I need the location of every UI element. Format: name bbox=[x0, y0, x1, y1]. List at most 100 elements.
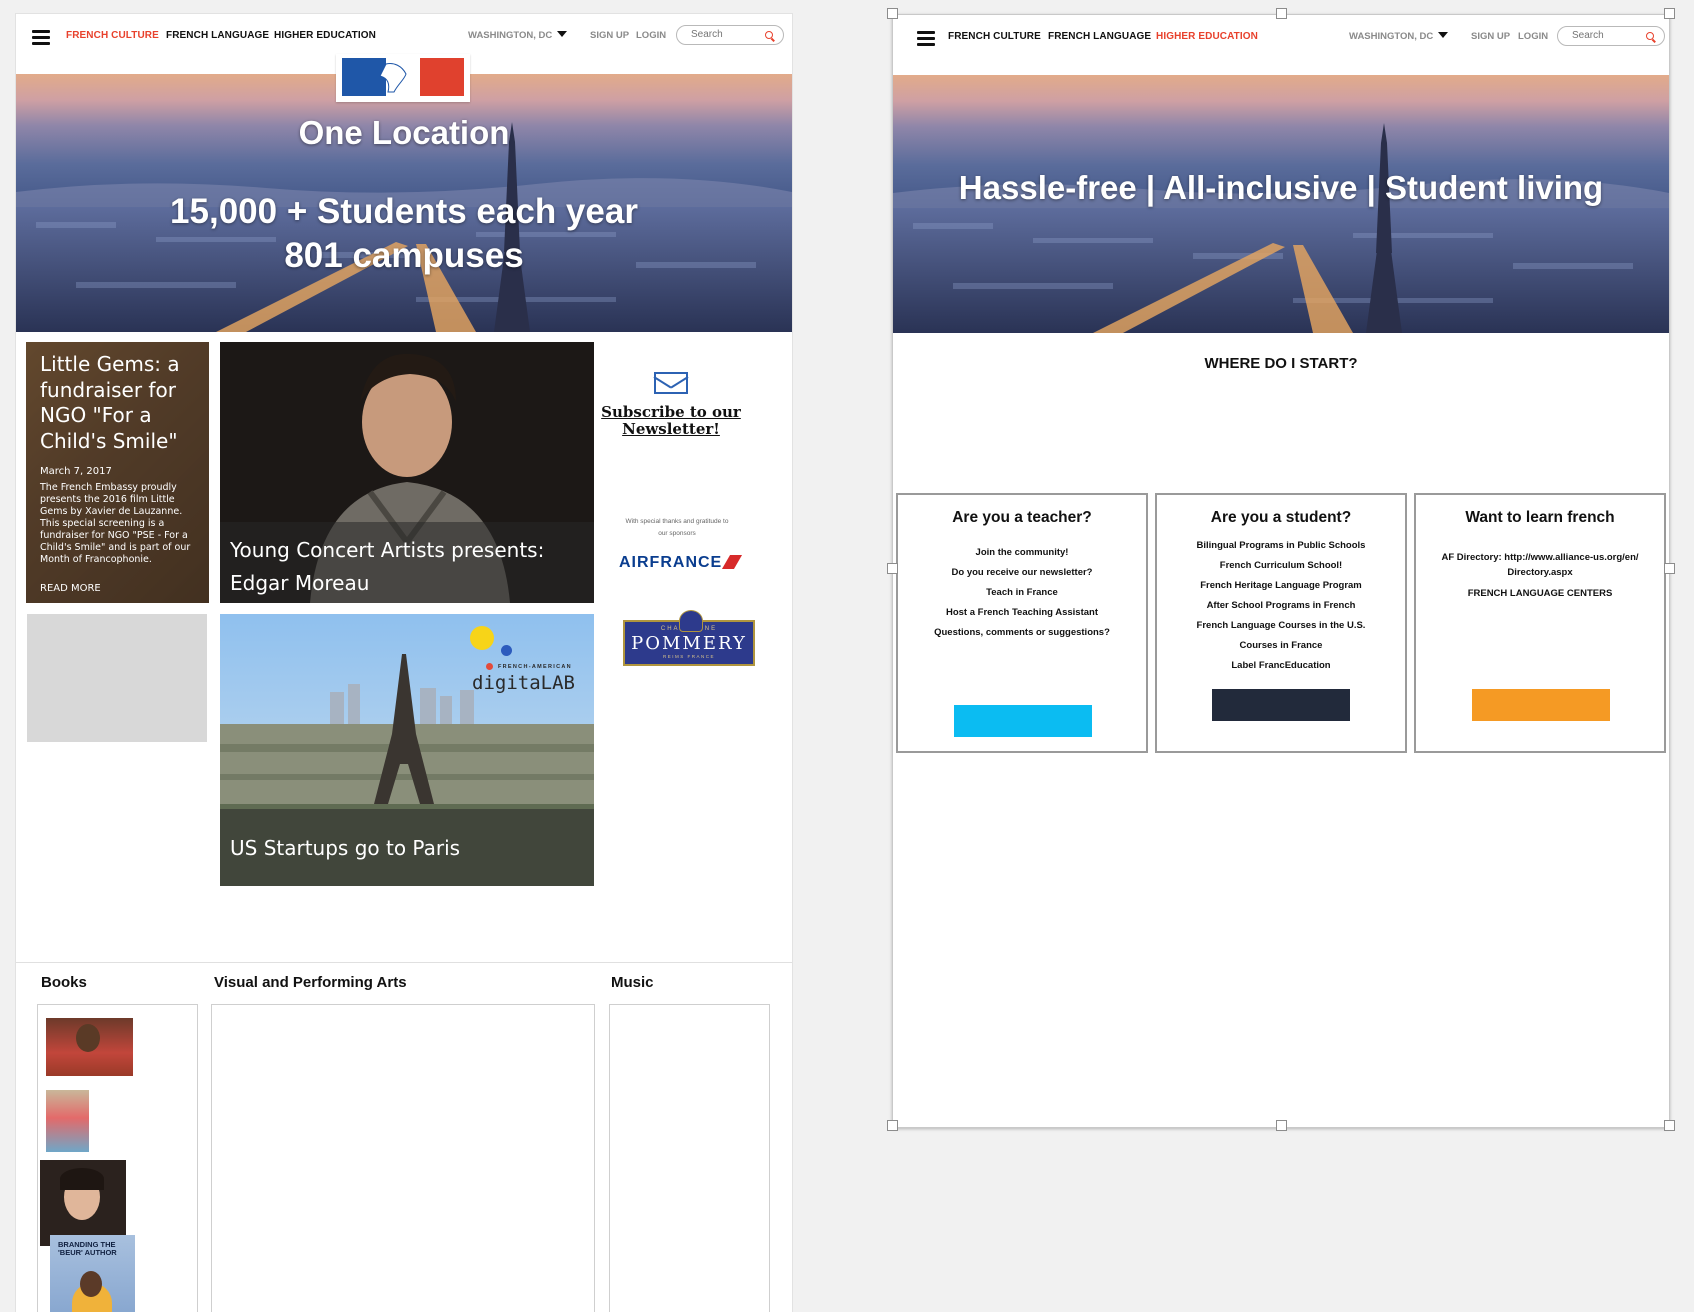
feature-body: The French Embassy proudly presents the … bbox=[40, 482, 191, 565]
newsletter-signup[interactable]: Subscribe to our Newsletter! bbox=[596, 372, 746, 438]
book-cover-title: BRANDING THE 'BEUR' AUTHOR bbox=[58, 1240, 117, 1257]
feature-title[interactable]: Little Gems: a fundraiser for NGO "For a… bbox=[40, 352, 200, 454]
student-link[interactable]: French Language Courses in the U.S. bbox=[1157, 620, 1405, 631]
nav-link-higher-education[interactable]: HIGHER EDUCATION bbox=[1156, 31, 1258, 42]
student-links: Bilingual Programs in Public Schools Fre… bbox=[1157, 540, 1405, 680]
student-link[interactable]: Label FrancEducation bbox=[1157, 660, 1405, 671]
teacher-link[interactable]: Do you receive our newsletter? bbox=[898, 567, 1146, 578]
yellow-dot-icon bbox=[470, 626, 494, 650]
resize-handle-bottom-right[interactable] bbox=[1664, 1120, 1675, 1131]
resize-handle-left[interactable] bbox=[887, 563, 898, 574]
location-selector[interactable]: WASHINGTON, DC bbox=[1349, 31, 1449, 42]
pommery-logo[interactable]: CHAMPAGNE POMMERY REIMS FRANCE bbox=[623, 610, 755, 666]
student-link[interactable]: Bilingual Programs in Public Schools bbox=[1157, 540, 1405, 551]
feature-tile-little-gems[interactable]: Little Gems: a fundraiser for NGO "For a… bbox=[26, 342, 209, 603]
nav-link-higher-education[interactable]: HIGHER EDUCATION bbox=[274, 30, 376, 41]
startups-title[interactable]: US Startups go to Paris bbox=[230, 836, 460, 860]
where-do-i-start-heading: WHERE DO I START? bbox=[1204, 355, 1358, 372]
nav-link-french-culture[interactable]: FRENCH CULTURE bbox=[66, 30, 159, 41]
student-link[interactable]: Courses in France bbox=[1157, 640, 1405, 651]
learn-french-card: Want to learn french AF Directory: http:… bbox=[1414, 493, 1666, 753]
hero-line-3: 801 campuses bbox=[284, 236, 524, 275]
student-card: Are you a student? Bilingual Programs in… bbox=[1155, 493, 1407, 753]
nav-link-french-culture[interactable]: FRENCH CULTURE bbox=[948, 31, 1041, 42]
hero-line-1: One Location bbox=[298, 114, 510, 151]
resize-handle-top[interactable] bbox=[1276, 8, 1287, 19]
airfrance-wordmark: AIRFRANCE bbox=[619, 554, 723, 571]
location-selector[interactable]: WASHINGTON, DC bbox=[468, 30, 568, 41]
newsletter-link[interactable]: Subscribe to our Newsletter! bbox=[596, 404, 746, 438]
concert-tile[interactable]: Young Concert Artists presents: Edgar Mo… bbox=[220, 342, 594, 603]
teacher-links: Join the community! Do you receive our n… bbox=[898, 547, 1146, 647]
learn-french-cta-button[interactable] bbox=[1472, 689, 1610, 721]
section-divider bbox=[16, 962, 792, 963]
books-heading: Books bbox=[41, 974, 87, 991]
teacher-link[interactable]: Host a French Teaching Assistant bbox=[898, 607, 1146, 618]
teacher-cta-button[interactable] bbox=[954, 705, 1092, 737]
digitalab-logo: digitaLAB bbox=[472, 672, 575, 694]
digitalab-small-label: FRENCH-AMERICAN bbox=[498, 664, 572, 670]
music-heading: Music bbox=[611, 974, 654, 991]
airfrance-logo[interactable]: AIRFRANCE bbox=[619, 554, 743, 572]
resize-handle-right[interactable] bbox=[1664, 563, 1675, 574]
book-author-portrait[interactable] bbox=[40, 1160, 126, 1246]
learn-french-links: AF Directory: http://www.alliance-us.org… bbox=[1416, 550, 1664, 599]
image-placeholder bbox=[27, 614, 207, 742]
blue-dot-icon bbox=[501, 645, 512, 656]
caret-down-icon bbox=[557, 31, 568, 37]
startups-tile[interactable]: FRENCH-AMERICAN digitaLAB US Startups go… bbox=[220, 614, 594, 886]
login-link[interactable]: LOGIN bbox=[1518, 31, 1548, 42]
hero-banner: One Location 15,000 + Students each year… bbox=[16, 74, 792, 332]
concert-title[interactable]: Young Concert Artists presents: Edgar Mo… bbox=[230, 534, 580, 600]
search-box[interactable] bbox=[676, 25, 784, 45]
search-box[interactable] bbox=[1557, 26, 1665, 46]
teacher-link[interactable]: Questions, comments or suggestions? bbox=[898, 627, 1146, 638]
hero-banner: Hassle-free | All-inclusive | Student li… bbox=[893, 75, 1669, 333]
resize-handle-top-right[interactable] bbox=[1664, 8, 1675, 19]
resize-handle-top-left[interactable] bbox=[887, 8, 898, 19]
top-nav: FRENCH CULTURE FRENCH LANGUAGE HIGHER ED… bbox=[893, 15, 1669, 75]
music-panel bbox=[609, 1004, 770, 1312]
resize-handle-bottom[interactable] bbox=[1276, 1120, 1287, 1131]
book-cover-thumbnail[interactable] bbox=[46, 1090, 89, 1152]
student-link[interactable]: After School Programs in French bbox=[1157, 600, 1405, 611]
book-cover-beur-author[interactable]: BRANDING THE 'BEUR' AUTHOR bbox=[50, 1235, 135, 1312]
student-link[interactable]: French Heritage Language Program bbox=[1157, 580, 1405, 591]
search-input[interactable] bbox=[691, 29, 761, 40]
read-more-link[interactable]: READ MORE bbox=[40, 583, 101, 594]
hero-tagline: Hassle-free | All-inclusive | Student li… bbox=[958, 169, 1604, 206]
french-embassy-logo[interactable] bbox=[336, 54, 470, 102]
student-card-title: Are you a student? bbox=[1210, 509, 1352, 526]
arts-heading: Visual and Performing Arts bbox=[214, 974, 407, 991]
higher-education-artboard: FRENCH CULTURE FRENCH LANGUAGE HIGHER ED… bbox=[892, 14, 1670, 1128]
teacher-card: Are you a teacher? Join the community! D… bbox=[896, 493, 1148, 753]
hero-line-2: 15,000 + Students each year bbox=[170, 192, 638, 231]
book-author-photo[interactable] bbox=[46, 1018, 133, 1076]
nav-link-french-language[interactable]: FRENCH LANGUAGE bbox=[1048, 31, 1151, 42]
feature-date: March 7, 2017 bbox=[40, 466, 112, 477]
search-icon[interactable] bbox=[1646, 32, 1654, 40]
af-directory-link[interactable]: AF Directory: http://www.alliance-us.org… bbox=[1438, 550, 1642, 580]
teacher-link[interactable]: Join the community! bbox=[898, 547, 1146, 558]
homepage-artboard: FRENCH CULTURE FRENCH LANGUAGE HIGHER ED… bbox=[16, 14, 792, 1312]
resize-handle-bottom-left[interactable] bbox=[887, 1120, 898, 1131]
hamburger-menu-icon[interactable] bbox=[32, 30, 50, 46]
student-cta-button[interactable] bbox=[1212, 689, 1350, 721]
pommery-sub-label: REIMS FRANCE bbox=[662, 654, 715, 659]
hamburger-menu-icon[interactable] bbox=[917, 31, 935, 47]
red-dot-icon bbox=[486, 663, 493, 670]
learn-french-card-title: Want to learn french bbox=[1465, 509, 1615, 526]
login-link[interactable]: LOGIN bbox=[636, 30, 666, 41]
paris-skyline-image bbox=[893, 123, 1669, 333]
airfrance-stripe-icon bbox=[722, 555, 743, 569]
search-icon[interactable] bbox=[765, 31, 773, 39]
language-centers-link[interactable]: FRENCH LANGUAGE CENTERS bbox=[1438, 588, 1642, 599]
sign-up-link[interactable]: SIGN UP bbox=[590, 30, 629, 41]
sign-up-link[interactable]: SIGN UP bbox=[1471, 31, 1510, 42]
teacher-link[interactable]: Teach in France bbox=[898, 587, 1146, 598]
nav-link-french-language[interactable]: FRENCH LANGUAGE bbox=[166, 30, 269, 41]
location-label: WASHINGTON, DC bbox=[1349, 31, 1434, 42]
pommery-wordmark: POMMERY bbox=[631, 633, 747, 654]
search-input[interactable] bbox=[1572, 30, 1642, 41]
student-link[interactable]: French Curriculum School! bbox=[1157, 560, 1405, 571]
